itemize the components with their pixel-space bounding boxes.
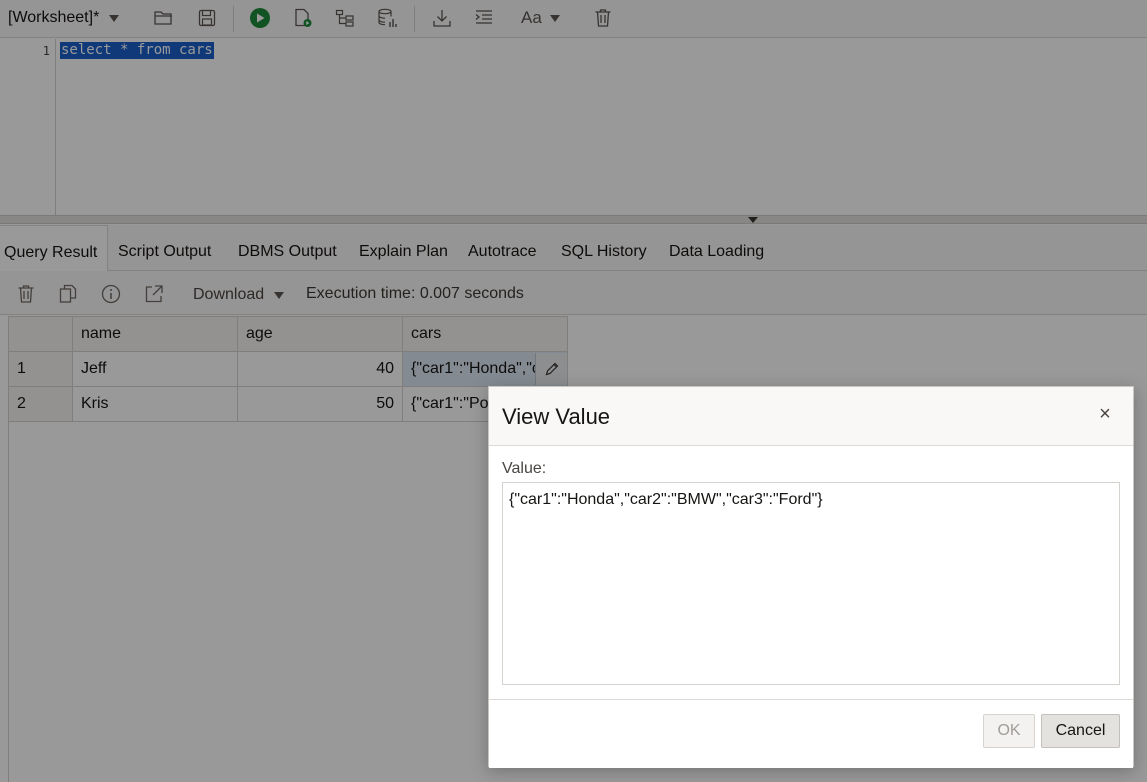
value-label: Value: bbox=[502, 460, 547, 477]
dialog-footer: OK Cancel bbox=[489, 699, 1133, 768]
cancel-button[interactable]: Cancel bbox=[1041, 714, 1120, 748]
close-icon[interactable]: × bbox=[1094, 403, 1116, 425]
dialog-title: View Value bbox=[502, 404, 611, 429]
ok-button[interactable]: OK bbox=[983, 714, 1035, 748]
view-value-dialog: View Value × Value: {"car1":"Honda","car… bbox=[488, 386, 1134, 768]
value-textarea[interactable]: {"car1":"Honda","car2":"BMW","car3":"For… bbox=[502, 482, 1120, 685]
dialog-header: View Value × bbox=[489, 387, 1133, 446]
